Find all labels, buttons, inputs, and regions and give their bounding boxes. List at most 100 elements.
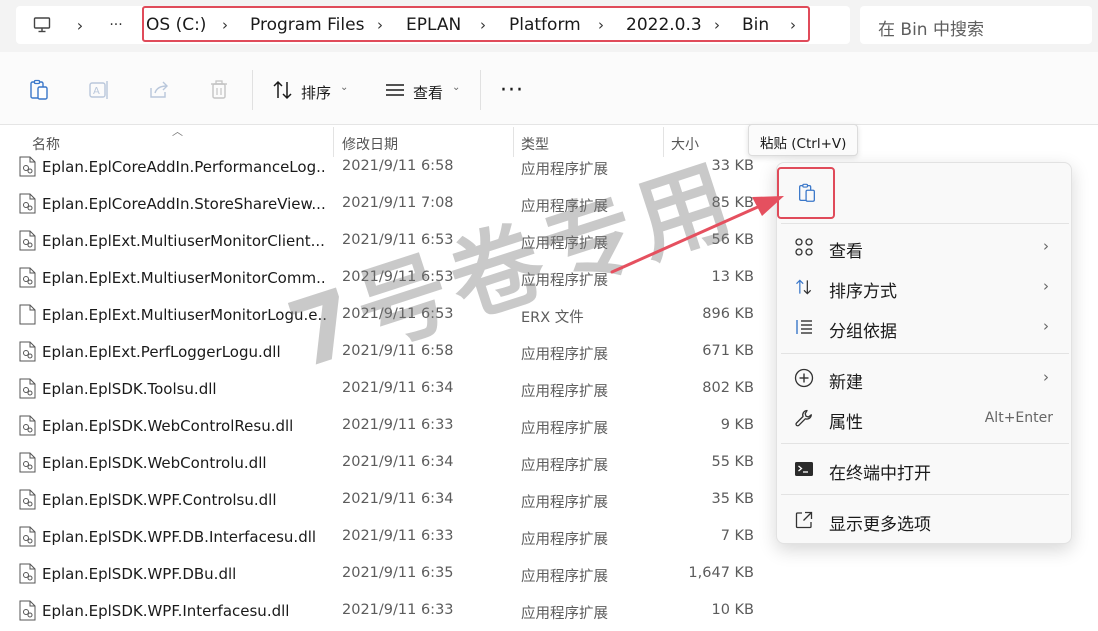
- file-modified: 2021/9/11 6:58: [342, 343, 454, 359]
- breadcrumb-os-c[interactable]: OS (C:): [146, 14, 206, 36]
- file-modified: 2021/9/11 6:53: [342, 306, 454, 322]
- chevron-down-icon: ⌄: [452, 82, 461, 93]
- file-type: 应用程序扩展: [521, 347, 608, 363]
- table-row[interactable]: Eplan.EplCoreAddIn.StoreShareView... 202…: [0, 186, 770, 223]
- file-type: 应用程序扩展: [521, 273, 608, 289]
- group-icon: [794, 317, 814, 337]
- menu-item-properties[interactable]: 属性 Alt+Enter: [777, 398, 1071, 438]
- breadcrumb-eplan[interactable]: EPLAN: [406, 14, 461, 36]
- search-placeholder: 在 Bin 中搜索: [878, 20, 984, 40]
- table-row[interactable]: Eplan.EplExt.PerfLoggerLogu.dll 2021/9/1…: [0, 334, 770, 371]
- chevron-right-icon[interactable]: ›: [598, 14, 604, 36]
- table-row[interactable]: Eplan.EplSDK.WPF.DB.Interfacesu.dll 2021…: [0, 519, 770, 556]
- file-name: Eplan.EplExt.MultiuserMonitorComm...: [42, 269, 326, 287]
- rename-icon[interactable]: A: [87, 78, 111, 102]
- file-name: Eplan.EplSDK.WPF.DBu.dll: [42, 565, 237, 583]
- table-row[interactable]: Eplan.EplSDK.WPF.Interfacesu.dll 2021/9/…: [0, 593, 770, 630]
- menu-item-label: 排序方式: [829, 282, 897, 302]
- table-row[interactable]: Eplan.EplSDK.WPF.DBu.dll 2021/9/11 6:35 …: [0, 556, 770, 593]
- sort-icon[interactable]: [271, 78, 295, 102]
- paste-icon[interactable]: [27, 78, 51, 102]
- file-size: 33 KB: [711, 158, 754, 174]
- file-type: 应用程序扩展: [521, 569, 608, 585]
- breadcrumb-platform[interactable]: Platform: [509, 14, 581, 36]
- file-size: 13 KB: [711, 269, 754, 285]
- menu-item-new[interactable]: 新建 ›: [777, 358, 1071, 398]
- dll-file-icon: [19, 489, 36, 510]
- menu-item-group-by[interactable]: 分组依据 ›: [777, 307, 1071, 347]
- chevron-right-icon[interactable]: ›: [714, 14, 720, 36]
- paste-button[interactable]: [777, 167, 835, 219]
- file-modified: 2021/9/11 6:34: [342, 380, 454, 396]
- wrench-icon: [794, 408, 814, 428]
- breadcrumb-version[interactable]: 2022.0.3: [626, 14, 702, 36]
- file-name: Eplan.EplExt.MultiuserMonitorClient...: [42, 232, 325, 250]
- menu-item-sort-by[interactable]: 排序方式 ›: [777, 267, 1071, 307]
- table-row[interactable]: Eplan.EplSDK.Toolsu.dll 2021/9/11 6:34 应…: [0, 371, 770, 408]
- menu-divider: [781, 494, 1069, 495]
- dll-file-icon: [19, 563, 36, 584]
- chevron-right-icon[interactable]: ›: [790, 14, 796, 36]
- breadcrumb-bin[interactable]: Bin: [742, 14, 769, 36]
- menu-divider: [781, 443, 1069, 444]
- more-options-button[interactable]: ···: [500, 78, 524, 103]
- chevron-right-icon: ›: [1043, 277, 1049, 295]
- file-modified: 2021/9/11 7:08: [342, 195, 454, 211]
- file-type: ERX 文件: [521, 310, 584, 326]
- file-name: Eplan.EplSDK.WebControlu.dll: [42, 454, 267, 472]
- file-size: 10 KB: [711, 602, 754, 618]
- file-size: 9 KB: [720, 417, 754, 433]
- menu-item-show-more-options[interactable]: 显示更多选项: [777, 500, 1071, 540]
- table-row[interactable]: Eplan.EplSDK.WebControlu.dll 2021/9/11 6…: [0, 445, 770, 482]
- dll-file-icon: [19, 267, 36, 288]
- file-name: Eplan.EplCoreAddIn.StoreShareView...: [42, 195, 326, 213]
- menu-item-label: 新建: [829, 373, 863, 393]
- dll-file-icon: [19, 600, 36, 621]
- delete-icon[interactable]: [207, 78, 231, 102]
- paste-tooltip: 粘贴 (Ctrl+V): [748, 124, 858, 156]
- file-modified: 2021/9/11 6:53: [342, 269, 454, 285]
- share-icon[interactable]: [147, 78, 171, 102]
- file-type: 应用程序扩展: [521, 236, 608, 252]
- file-type: 应用程序扩展: [521, 532, 608, 548]
- file-name: Eplan.EplCoreAddIn.PerformanceLog...: [42, 158, 326, 176]
- file-type: 应用程序扩展: [521, 606, 608, 622]
- menu-item-open-in-terminal[interactable]: 在终端中打开: [777, 449, 1071, 489]
- view-icon[interactable]: [383, 78, 407, 102]
- search-input[interactable]: 在 Bin 中搜索: [860, 6, 1092, 44]
- tooltip-text: 粘贴 (Ctrl+V): [760, 136, 847, 152]
- breadcrumb-overflow-button[interactable]: ···: [104, 8, 128, 42]
- chevron-right-icon[interactable]: ›: [72, 8, 88, 42]
- address-highlight-box: [142, 6, 810, 42]
- terminal-icon: [794, 459, 814, 479]
- table-row[interactable]: Eplan.EplCoreAddIn.PerformanceLog... 202…: [0, 149, 770, 186]
- file-modified: 2021/9/11 6:33: [342, 417, 454, 433]
- table-row[interactable]: Eplan.EplSDK.WebControlResu.dll 2021/9/1…: [0, 408, 770, 445]
- sort-button[interactable]: 排序: [301, 82, 331, 103]
- chevron-right-icon[interactable]: ›: [377, 14, 383, 36]
- menu-item-view[interactable]: 查看 ›: [777, 227, 1071, 267]
- file-modified: 2021/9/11 6:33: [342, 528, 454, 544]
- file-name: Eplan.EplSDK.WPF.Controlsu.dll: [42, 491, 277, 509]
- table-row[interactable]: Eplan.EplExt.MultiuserMonitorClient... 2…: [0, 223, 770, 260]
- dll-file-icon: [19, 452, 36, 473]
- file-type: 应用程序扩展: [521, 421, 608, 437]
- table-row[interactable]: Eplan.EplSDK.WPF.Controlsu.dll 2021/9/11…: [0, 482, 770, 519]
- chevron-right-icon[interactable]: ›: [480, 14, 486, 36]
- menu-divider: [781, 353, 1069, 354]
- table-row[interactable]: Eplan.EplExt.MultiuserMonitorLogu.e... 2…: [0, 297, 770, 334]
- dll-file-icon: [19, 193, 36, 214]
- menu-item-label: 查看: [829, 242, 863, 262]
- file-size: 56 KB: [711, 232, 754, 248]
- file-modified: 2021/9/11 6:34: [342, 454, 454, 470]
- chevron-right-icon[interactable]: ›: [222, 14, 228, 36]
- table-row[interactable]: Eplan.EplExt.MultiuserMonitorComm... 202…: [0, 260, 770, 297]
- file-modified: 2021/9/11 6:58: [342, 158, 454, 174]
- dll-file-icon: [19, 156, 36, 177]
- file-name: Eplan.EplSDK.WPF.DB.Interfacesu.dll: [42, 528, 317, 546]
- file-modified: 2021/9/11 6:34: [342, 491, 454, 507]
- this-pc-icon[interactable]: [30, 8, 54, 42]
- file-size: 1,647 KB: [688, 565, 754, 581]
- view-button[interactable]: 查看: [413, 82, 443, 103]
- breadcrumb-program-files[interactable]: Program Files: [250, 14, 364, 36]
